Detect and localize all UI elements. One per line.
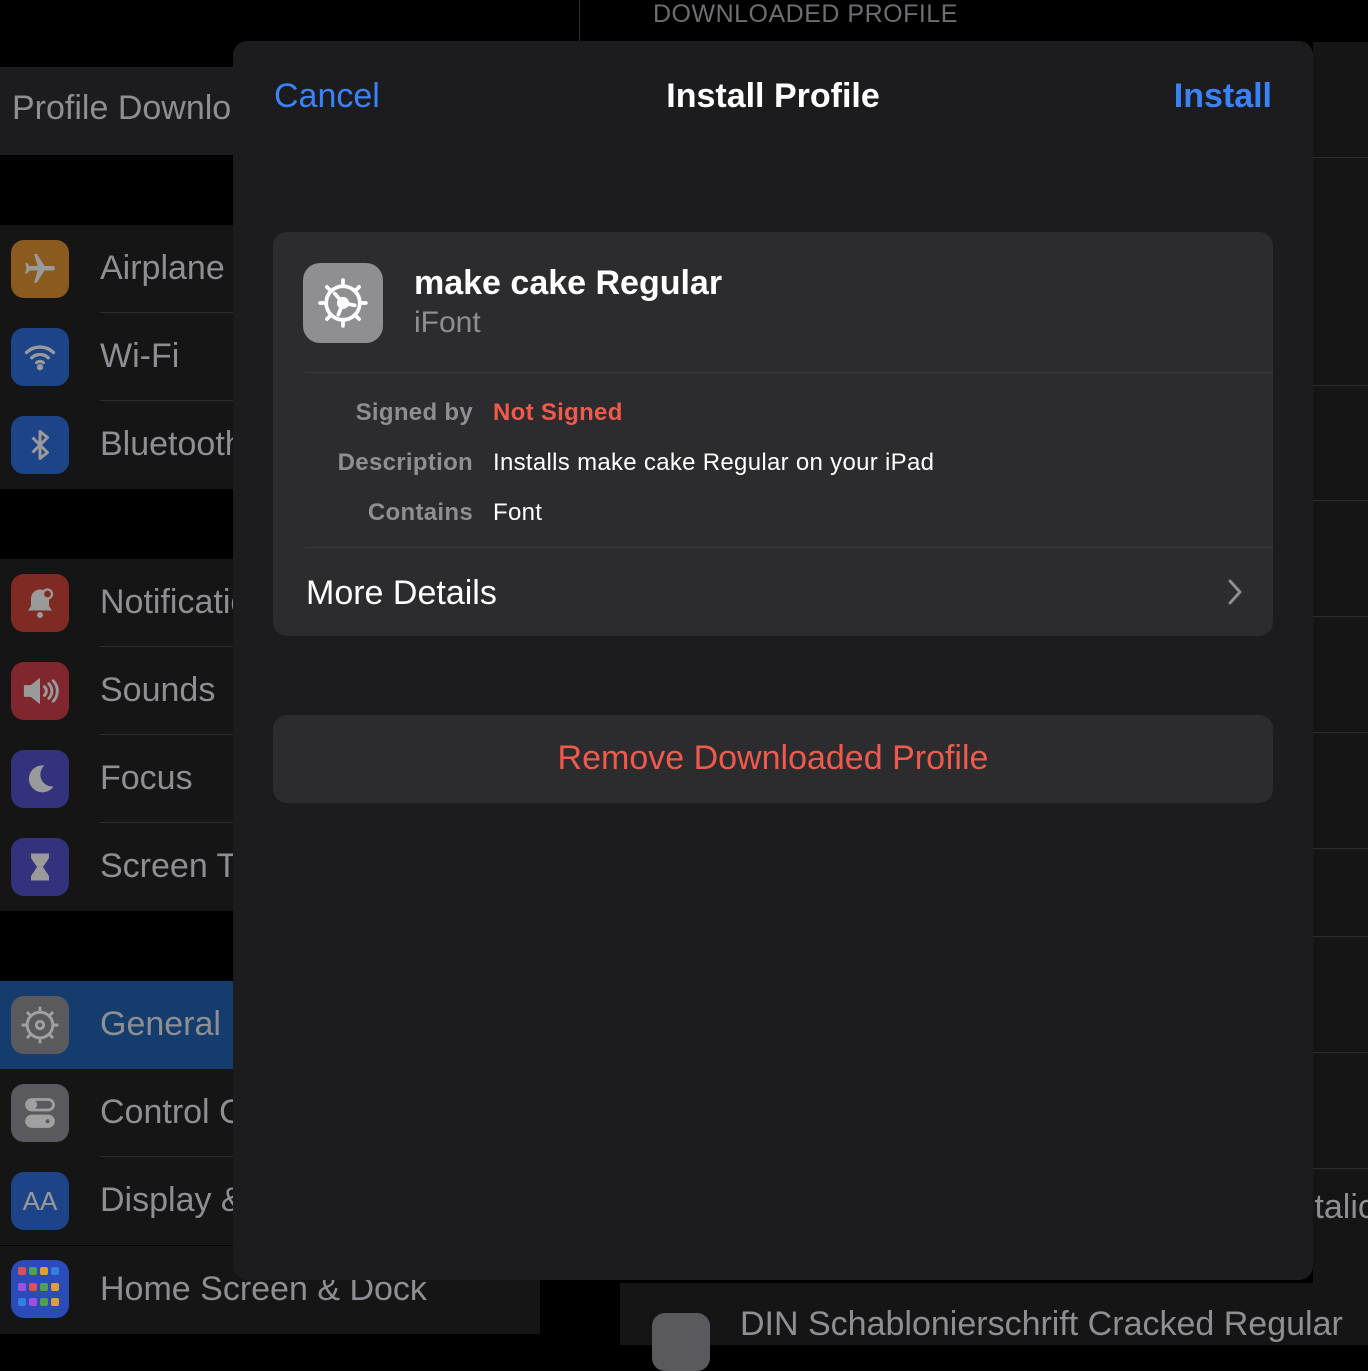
sidebar-group-attention: Notifications Sounds Focus Screen Time <box>0 559 233 911</box>
home-screen-icon <box>11 1260 69 1318</box>
profile-name: make cake Regular <box>414 264 723 302</box>
sidebar-item-label: Screen Time <box>100 847 233 885</box>
sidebar-item-label: Focus <box>100 759 193 797</box>
text-size-icon: AA <box>11 1172 69 1230</box>
sidebar-item-label: Control Centre <box>100 1093 233 1131</box>
sidebar-profile-downloaded-row[interactable]: Profile Downlo <box>0 67 233 155</box>
sidebar-item-sounds[interactable]: Sounds <box>0 647 233 735</box>
sidebar-item-label: Airplane <box>100 249 225 287</box>
hourglass-icon <box>11 838 69 896</box>
sidebar-item-wifi[interactable]: Wi-Fi <box>0 313 233 401</box>
sidebar-item-display[interactable]: AA Display & Brightness <box>0 1157 233 1245</box>
install-button[interactable]: Install <box>1174 77 1272 116</box>
airplane-icon <box>11 240 69 298</box>
toggles-icon <box>11 1084 69 1142</box>
remove-downloaded-profile-label: Remove Downloaded Profile <box>557 739 989 777</box>
speaker-icon <box>11 662 69 720</box>
sidebar-group-connectivity: Airplane Wi-Fi Bluetooth <box>0 225 233 489</box>
more-details-row[interactable]: More Details <box>305 548 1273 636</box>
profile-card: make cake Regular iFont Signed by Not Si… <box>273 232 1273 636</box>
signed-by-label: Signed by <box>355 399 473 426</box>
sidebar-item-label: Sounds <box>100 671 216 709</box>
signed-by-value: Not Signed <box>493 399 623 426</box>
sidebar-item-label: Wi-Fi <box>100 337 180 375</box>
downloaded-profile-header: DOWNLOADED PROFILE <box>653 0 958 28</box>
sidebar-item-screen-time[interactable]: Screen Time <box>0 823 233 911</box>
profile-list-panel <box>1313 42 1368 1292</box>
more-details-label: More Details <box>306 574 497 612</box>
sidebar-item-focus[interactable]: Focus <box>0 735 233 823</box>
description-value: Installs make cake Regular on your iPad <box>493 449 935 476</box>
profile-organization: iFont <box>414 306 481 339</box>
chevron-right-icon <box>1227 578 1243 611</box>
sidebar-item-airplane[interactable]: Airplane <box>0 225 233 313</box>
profile-list-item-label: DIN Schablonierschrift Cracked Regular <box>740 1305 1343 1343</box>
sidebar-profile-downloaded-label: Profile Downlo <box>12 89 232 127</box>
gear-icon <box>652 1313 710 1371</box>
sidebar-item-label: Notifications <box>100 583 233 621</box>
sidebar-item-label: General <box>100 1005 221 1043</box>
bluetooth-icon <box>11 416 69 474</box>
remove-downloaded-profile-button[interactable]: Remove Downloaded Profile <box>273 715 1273 803</box>
divider <box>305 372 1273 373</box>
gear-icon <box>11 996 69 1054</box>
bell-icon <box>11 574 69 632</box>
sidebar-group-general: General Control Centre AA Display & Brig… <box>0 981 233 1245</box>
contains-label: Contains <box>367 499 473 526</box>
sidebar-item-control-centre[interactable]: Control Centre <box>0 1069 233 1157</box>
sidebar-item-notifications[interactable]: Notifications <box>0 559 233 647</box>
contains-value: Font <box>493 499 543 526</box>
gear-icon <box>303 263 383 343</box>
profile-list-item[interactable]: DIN Schablonierschrift Cracked Regular <box>620 1283 1368 1371</box>
sidebar-item-general[interactable]: General <box>0 981 233 1069</box>
sidebar-item-label: Display & Brightness <box>100 1181 233 1219</box>
install-profile-sheet: Cancel Install Profile Install make cake… <box>233 41 1313 1280</box>
description-label: Description <box>337 449 473 476</box>
profile-list-item-label: Italic <box>1305 1188 1368 1226</box>
pane-divider <box>579 0 580 42</box>
wifi-icon <box>11 328 69 386</box>
sidebar-item-label: Bluetooth <box>100 425 233 463</box>
moon-icon <box>11 750 69 808</box>
sheet-title: Install Profile <box>666 77 880 115</box>
sidebar-item-bluetooth[interactable]: Bluetooth <box>0 401 233 489</box>
